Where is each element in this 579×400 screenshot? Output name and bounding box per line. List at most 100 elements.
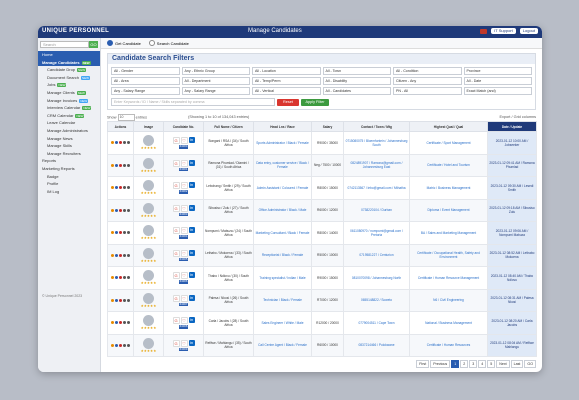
tab-search-candidate[interactable]: Search Candidate (148, 40, 189, 46)
heart-icon[interactable]: ♡ (180, 249, 188, 257)
filter-select[interactable]: All - Condition (393, 67, 462, 75)
sidebar-item[interactable]: IM Log (38, 188, 100, 196)
page-length-select[interactable]: 10 (117, 113, 135, 121)
reset-button[interactable]: Reset (277, 98, 299, 106)
column-header[interactable]: Date / Update (487, 121, 537, 132)
column-header[interactable]: Actions (107, 121, 134, 132)
sidebar-item[interactable]: Interview Calendar NEW (38, 104, 100, 112)
google-icon[interactable]: G (172, 339, 180, 347)
table-tools[interactable]: Export / Grid columns (499, 115, 536, 119)
action-icon[interactable] (111, 253, 114, 257)
sidebar-item[interactable]: Document Search NEW (38, 74, 100, 82)
action-icon[interactable] (127, 276, 130, 280)
heart-icon[interactable]: ♡ (180, 204, 188, 212)
filter-select[interactable]: All - Area (111, 77, 180, 85)
action-icon[interactable] (115, 208, 118, 212)
action-icon[interactable] (123, 141, 126, 145)
action-icon[interactable] (123, 208, 126, 212)
action-icon[interactable] (119, 276, 122, 280)
linkedin-icon[interactable]: in (188, 137, 195, 143)
filter-select[interactable]: All - Candidates (322, 87, 391, 95)
sidebar-item[interactable]: Badge (38, 173, 100, 181)
sidebar-search-button[interactable]: GO (89, 41, 98, 48)
filter-select[interactable]: Province (463, 67, 532, 75)
action-icon[interactable] (123, 276, 126, 280)
google-icon[interactable]: G (172, 249, 180, 257)
table-row[interactable]: ★★★★★ G ♡ in 64007 Palesa / Nkosi / (26) / So… (107, 288, 537, 312)
table-row[interactable]: ★★★★★ G ♡ in 64002 Lebohang / Smith / (29) / … (107, 176, 537, 200)
google-icon[interactable]: G (172, 272, 180, 279)
action-icon[interactable] (115, 141, 118, 145)
pager-page[interactable]: 1 (451, 360, 460, 368)
action-icon[interactable] (119, 321, 122, 325)
table-row[interactable]: ★★★★★ G ♡ in 64000 Bongani / RSA / (34) / Sou… (107, 131, 537, 155)
google-icon[interactable]: G (172, 159, 180, 167)
action-icon[interactable] (127, 343, 130, 347)
action-icon[interactable] (115, 163, 118, 167)
google-icon[interactable]: G (172, 317, 180, 324)
column-header[interactable]: Full Name / Citizen (203, 121, 254, 132)
linkedin-icon[interactable]: in (188, 249, 195, 256)
sidebar-item[interactable]: Manage News (38, 135, 100, 143)
google-icon[interactable]: G (172, 204, 180, 212)
column-header[interactable]: Salary (311, 121, 344, 132)
google-icon[interactable]: G (172, 137, 180, 144)
filter-select[interactable]: Any - Salary Range (181, 87, 250, 95)
filter-select[interactable]: All - Disability (322, 77, 391, 85)
filter-select[interactable]: PN - All (393, 87, 462, 95)
action-icon[interactable] (127, 186, 130, 190)
support-button[interactable]: IT Support (491, 28, 516, 34)
filter-select[interactable]: All - Department (181, 77, 250, 85)
action-icon[interactable] (119, 298, 122, 302)
column-header[interactable]: Highest Qual / Qual (409, 121, 488, 132)
column-header[interactable]: Image (133, 121, 164, 132)
sidebar-item[interactable]: Manage Administrators (38, 127, 100, 135)
heart-icon[interactable]: ♡ (180, 159, 188, 167)
sidebar-item[interactable]: Marketing Reports (38, 165, 100, 173)
filter-select[interactable]: Any - Salary Range (111, 87, 180, 95)
filter-select[interactable]: All - Date (463, 77, 532, 85)
action-icon[interactable] (111, 231, 114, 235)
logout-button[interactable]: Logout (519, 28, 538, 34)
sidebar-item[interactable]: Jobs NEW (38, 81, 100, 89)
sidebar-item[interactable]: Manage Invoices NEW (38, 97, 100, 105)
pager-first[interactable]: First (416, 360, 430, 368)
flag-icon[interactable] (480, 28, 488, 34)
heart-icon[interactable]: ♡ (180, 137, 188, 144)
action-icon[interactable] (115, 298, 118, 302)
google-icon[interactable]: G (172, 182, 180, 189)
filter-select[interactable]: Exact Match (and) (463, 87, 532, 95)
heart-icon[interactable]: ♡ (180, 339, 188, 347)
filter-select[interactable]: All - Town (322, 67, 391, 75)
linkedin-icon[interactable]: in (188, 272, 195, 278)
column-header[interactable]: Candidate No. (163, 121, 204, 132)
apply-filter-button[interactable]: Apply Filter (301, 98, 329, 106)
sidebar-item[interactable]: CRM Calendar NEW (38, 112, 100, 120)
action-icon[interactable] (123, 321, 126, 325)
google-icon[interactable]: G (172, 227, 180, 234)
action-icon[interactable] (123, 298, 126, 302)
action-icon[interactable] (127, 163, 130, 167)
sidebar-item[interactable]: Leave Calendar (38, 119, 100, 127)
linkedin-icon[interactable]: in (188, 339, 195, 346)
action-icon[interactable] (127, 141, 130, 145)
google-icon[interactable]: G (172, 294, 180, 302)
table-row[interactable]: ★★★★★ G ♡ in 64004 Nompumi / Mabuza / (24) / … (107, 221, 537, 245)
action-icon[interactable] (119, 163, 122, 167)
action-icon[interactable] (127, 253, 130, 257)
action-icon[interactable] (111, 186, 114, 190)
linkedin-icon[interactable]: in (188, 204, 195, 211)
pager-next[interactable]: Next (496, 360, 510, 368)
action-icon[interactable] (123, 163, 126, 167)
filter-select[interactable]: Citizen - Any (393, 77, 462, 85)
action-icon[interactable] (127, 321, 130, 325)
heart-icon[interactable]: ♡ (180, 272, 188, 279)
keywords-input[interactable]: Enter Keywords / ID / Name / Skills sepa… (111, 98, 275, 106)
sidebar-item[interactable]: Manage Candidates NEW (38, 58, 100, 67)
action-icon[interactable] (111, 163, 114, 167)
action-icon[interactable] (119, 231, 122, 235)
action-icon[interactable] (115, 253, 118, 257)
table-row[interactable]: ★★★★★ G ♡ in 64008 Carla / Jacobs / (28) / So… (107, 311, 537, 335)
pager-go[interactable]: GO (524, 360, 536, 368)
filter-select[interactable]: All - Vertical (252, 87, 321, 95)
